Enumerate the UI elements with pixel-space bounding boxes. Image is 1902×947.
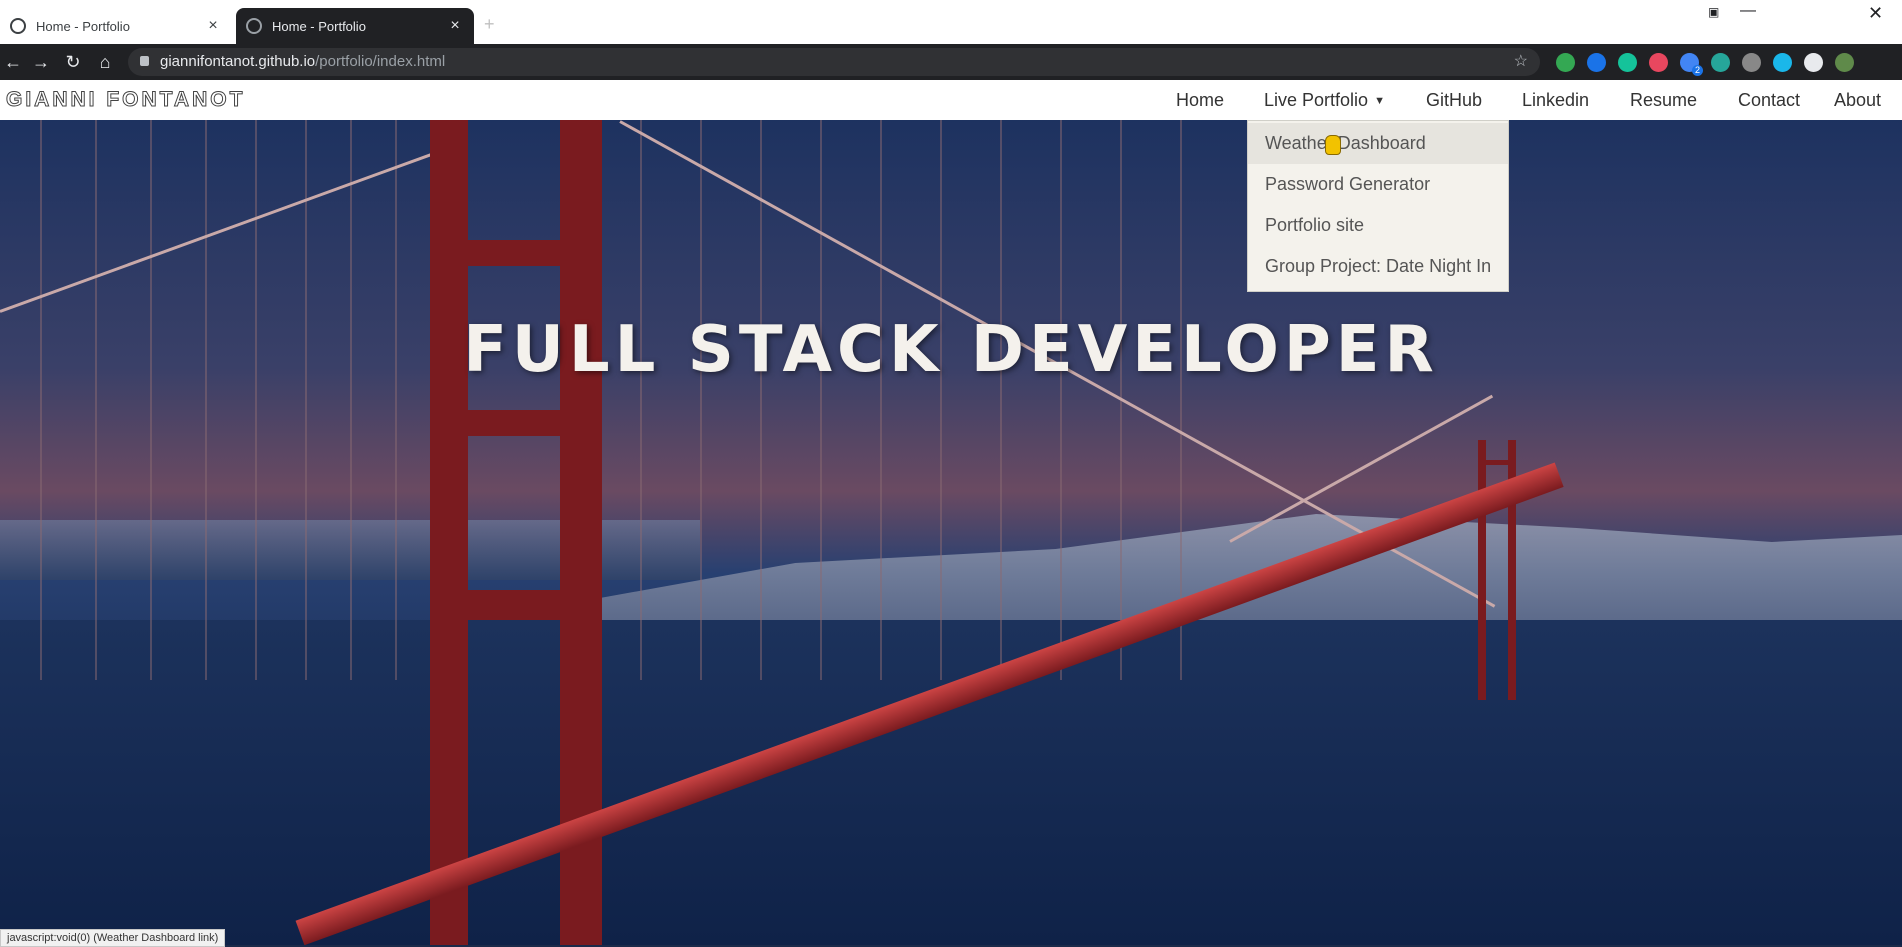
close-tab-icon[interactable]: × <box>204 17 222 35</box>
bridge-cable <box>0 152 433 313</box>
tower-crossbeam <box>430 410 602 436</box>
url-text: giannifontanot.github.io/portfolio/index… <box>160 53 446 70</box>
address-bar[interactable]: giannifontanot.github.io/portfolio/index… <box>128 48 1540 76</box>
tab-title: Home - Portfolio <box>36 18 130 34</box>
nav-contact[interactable]: Contact <box>1738 90 1800 111</box>
profile-avatar-icon[interactable] <box>1835 53 1854 72</box>
link-extension-icon[interactable] <box>1742 53 1761 72</box>
bookmark-star-icon[interactable]: ☆ <box>1514 48 1528 76</box>
browser-tab-active[interactable]: Home - Portfolio × <box>236 8 474 44</box>
suspender-cable <box>1060 120 1062 680</box>
suspender-cable <box>1000 120 1002 680</box>
sheets-extension-icon[interactable] <box>1556 53 1575 72</box>
vimeo-extension-icon[interactable] <box>1773 53 1792 72</box>
suspender-cable <box>205 120 207 680</box>
badge-extension-icon[interactable]: 2 <box>1680 53 1703 76</box>
bay-water <box>0 620 1902 945</box>
home-icon[interactable]: ⌂ <box>92 49 118 75</box>
tab-title: Home - Portfolio <box>272 18 366 34</box>
browser-tab[interactable]: Home - Portfolio × <box>0 8 232 44</box>
nav-about[interactable]: About <box>1834 90 1881 111</box>
maps-extension-icon[interactable] <box>1587 53 1606 72</box>
close-tab-icon[interactable]: × <box>446 17 464 35</box>
puzzle-extensions-icon[interactable] <box>1804 53 1823 72</box>
forward-icon[interactable]: → <box>28 49 54 75</box>
globe-icon <box>246 18 262 34</box>
hand-cursor-icon <box>1325 135 1341 155</box>
nav-home[interactable]: Home <box>1176 90 1224 111</box>
suspender-cable <box>350 120 352 680</box>
site-navbar: GIANNI FONTANOT Home Live Portfolio ▼ Git… <box>0 80 1902 120</box>
dropdown-item-weather-dashboard[interactable]: Weather Dashboard <box>1248 123 1508 164</box>
hero-title: FULL STACK DEVELOPER <box>463 313 1439 387</box>
nav-github[interactable]: GitHub <box>1426 90 1482 111</box>
tower-crossbeam <box>430 590 602 620</box>
nav-live-portfolio[interactable]: Live Portfolio ▼ <box>1264 90 1385 111</box>
grammar-extension-icon[interactable] <box>1618 53 1637 72</box>
browser-tab-strip: Home - Portfolio × Home - Portfolio × + … <box>0 0 1902 44</box>
tab-search-icon[interactable]: ▣ <box>1708 5 1719 19</box>
nav-resume[interactable]: Resume <box>1630 90 1697 111</box>
suspender-cable <box>305 120 307 680</box>
dropdown-item-group-project[interactable]: Group Project: Date Night In <box>1248 246 1508 287</box>
suspender-cable <box>880 120 882 680</box>
hills <box>600 514 1902 640</box>
close-window-icon[interactable]: ✕ <box>1868 3 1883 24</box>
minimize-icon[interactable]: — <box>1740 2 1756 20</box>
live-portfolio-dropdown: Weather Dashboard Password Generator Por… <box>1247 120 1509 292</box>
suspender-cable <box>95 120 97 680</box>
dropdown-item-portfolio-site[interactable]: Portfolio site <box>1248 205 1508 246</box>
suspender-cable <box>150 120 152 680</box>
suspender-cable <box>940 120 942 680</box>
suspender-cable <box>640 120 642 680</box>
suspender-cable <box>1180 120 1182 680</box>
suspender-cable <box>760 120 762 680</box>
suspender-cable <box>395 120 397 680</box>
nav-live-portfolio-label: Live Portfolio <box>1264 90 1369 110</box>
suspender-cable <box>40 120 42 680</box>
hero-section <box>0 120 1902 945</box>
site-brand[interactable]: GIANNI FONTANOT <box>5 88 245 112</box>
globe-icon <box>10 18 26 34</box>
browser-toolbar: ← → ↻ ⌂ giannifontanot.github.io/portfol… <box>0 44 1902 80</box>
suspender-cable <box>820 120 822 680</box>
suspender-cable <box>255 120 257 680</box>
reload-icon[interactable]: ↻ <box>60 49 86 75</box>
bridge-tower <box>1478 440 1486 700</box>
lock-icon <box>140 56 149 66</box>
dropdown-item-password-generator[interactable]: Password Generator <box>1248 164 1508 205</box>
record-extension-icon[interactable] <box>1711 53 1730 72</box>
tower-crossbeam <box>1478 460 1516 465</box>
status-bar: javascript:void(0) (Weather Dashboard li… <box>0 929 226 947</box>
extension-badge: 2 <box>1691 65 1703 76</box>
suspender-cable <box>700 120 702 680</box>
palette-extension-icon[interactable] <box>1649 53 1668 72</box>
tower-crossbeam <box>430 240 602 266</box>
nav-linkedin[interactable]: Linkedin <box>1522 90 1589 111</box>
caret-down-icon: ▼ <box>1374 95 1385 107</box>
back-icon[interactable]: ← <box>0 49 26 75</box>
new-tab-icon[interactable]: + <box>484 14 495 35</box>
